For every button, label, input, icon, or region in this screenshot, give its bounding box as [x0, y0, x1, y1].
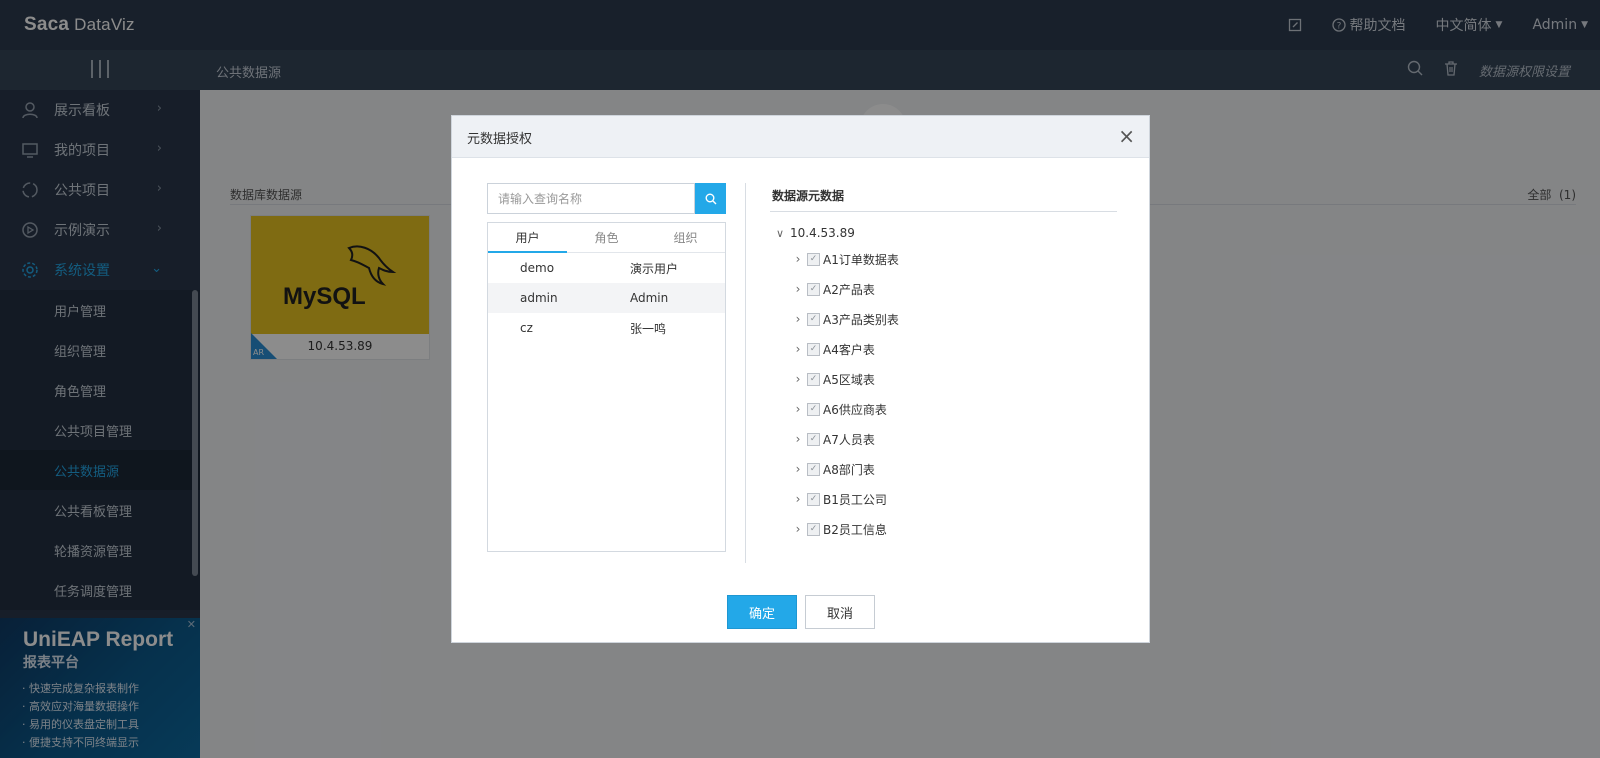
- table-checkbox[interactable]: ✓: [807, 282, 820, 296]
- tree-node-label: A2产品表: [823, 282, 875, 297]
- chevron-down-icon[interactable]: ∨: [770, 227, 790, 240]
- tree-node-label: A4客户表: [823, 342, 875, 357]
- chevron-right-icon[interactable]: ›: [789, 402, 807, 416]
- close-icon[interactable]: ×: [1118, 124, 1135, 148]
- dialog-title: 元数据授权: [467, 132, 533, 147]
- user-username: cz: [520, 321, 533, 335]
- panel-divider: [745, 183, 746, 563]
- user-display-name: 演示用户: [630, 261, 679, 276]
- tree-node-label: A3产品类别表: [823, 312, 899, 327]
- tree-node-label: A6供应商表: [823, 402, 887, 417]
- tree-node-table[interactable]: › ✓ A4客户表: [789, 334, 899, 364]
- chevron-right-icon[interactable]: ›: [789, 522, 807, 536]
- user-username: demo: [520, 261, 555, 275]
- table-checkbox[interactable]: ✓: [807, 462, 820, 476]
- user-display-name: 张一鸣: [630, 321, 667, 336]
- chevron-right-icon[interactable]: ›: [789, 312, 807, 326]
- tree-node-label: B1员工公司: [823, 492, 887, 507]
- user-display-name: Admin: [630, 291, 669, 305]
- tree-title-divider: [770, 211, 1117, 212]
- chevron-right-icon[interactable]: ›: [789, 252, 807, 266]
- user-username: admin: [520, 291, 558, 305]
- tree-node-label: A5区域表: [823, 372, 875, 387]
- search-icon: [705, 193, 716, 204]
- tree-node-table[interactable]: › ✓ A2产品表: [789, 274, 899, 304]
- user-row[interactable]: cz 张一鸣: [488, 313, 725, 343]
- tree-node-table[interactable]: › ✓ A5区域表: [789, 364, 899, 394]
- tree-node-table[interactable]: › ✓ A8部门表: [789, 454, 899, 484]
- chevron-right-icon[interactable]: ›: [789, 492, 807, 506]
- tree-node-table[interactable]: › ✓ B1员工公司: [789, 484, 899, 514]
- tree-node-table[interactable]: › ✓ A1订单数据表: [789, 244, 899, 274]
- tab-organizations[interactable]: 组织: [646, 223, 725, 252]
- search-button[interactable]: [695, 183, 726, 214]
- chevron-right-icon[interactable]: ›: [789, 342, 807, 356]
- tree-root-label: 10.4.53.89: [790, 226, 855, 240]
- cancel-button[interactable]: 取消: [805, 595, 875, 629]
- metadata-auth-dialog: 元数据授权 × 用户 角色 组织 demo 演示用户 admin Admin c…: [451, 115, 1150, 643]
- tab-roles[interactable]: 角色: [567, 223, 646, 252]
- tree-node-label: A1订单数据表: [823, 252, 899, 267]
- confirm-button[interactable]: 确定: [727, 595, 797, 629]
- principal-panel: 用户 角色 组织 demo 演示用户 admin Admin cz 张一鸣: [487, 222, 726, 552]
- tree-node-label: A7人员表: [823, 432, 875, 447]
- tree-root-node[interactable]: ∨ 10.4.53.89: [770, 222, 855, 244]
- tree-node-label: B2员工信息: [823, 522, 887, 537]
- tree-node-table[interactable]: › ✓ A7人员表: [789, 424, 899, 454]
- chevron-right-icon[interactable]: ›: [789, 282, 807, 296]
- search-input[interactable]: [488, 184, 694, 213]
- metadata-tree-title: 数据源元数据: [772, 189, 845, 203]
- principal-tabs: 用户 角色 组织: [488, 223, 725, 253]
- tree-node-table[interactable]: › ✓ A6供应商表: [789, 394, 899, 424]
- tree-node-table[interactable]: › ✓ B2员工信息: [789, 514, 899, 544]
- table-checkbox[interactable]: ✓: [807, 312, 820, 326]
- tree-node-table[interactable]: › ✓ A3产品类别表: [789, 304, 899, 334]
- tree-node-label: A8部门表: [823, 462, 875, 477]
- table-checkbox[interactable]: ✓: [807, 402, 820, 416]
- search-field[interactable]: [487, 183, 695, 214]
- table-checkbox[interactable]: ✓: [807, 372, 820, 386]
- user-row[interactable]: admin Admin: [488, 283, 725, 313]
- metadata-tree: › ✓ A1订单数据表 › ✓ A2产品表 › ✓ A3产品类别表 › ✓ A4客户表 › ✓ A5…: [789, 244, 899, 544]
- chevron-right-icon[interactable]: ›: [789, 372, 807, 386]
- chevron-right-icon[interactable]: ›: [789, 432, 807, 446]
- user-row[interactable]: demo 演示用户: [488, 253, 725, 283]
- chevron-right-icon[interactable]: ›: [789, 462, 807, 476]
- table-checkbox[interactable]: ✓: [807, 432, 820, 446]
- table-checkbox[interactable]: ✓: [807, 492, 820, 506]
- table-checkbox[interactable]: ✓: [807, 522, 820, 536]
- tab-users[interactable]: 用户: [488, 223, 567, 253]
- table-checkbox[interactable]: ✓: [807, 342, 820, 356]
- table-checkbox[interactable]: ✓: [807, 252, 820, 266]
- dialog-header: 元数据授权 ×: [452, 116, 1149, 158]
